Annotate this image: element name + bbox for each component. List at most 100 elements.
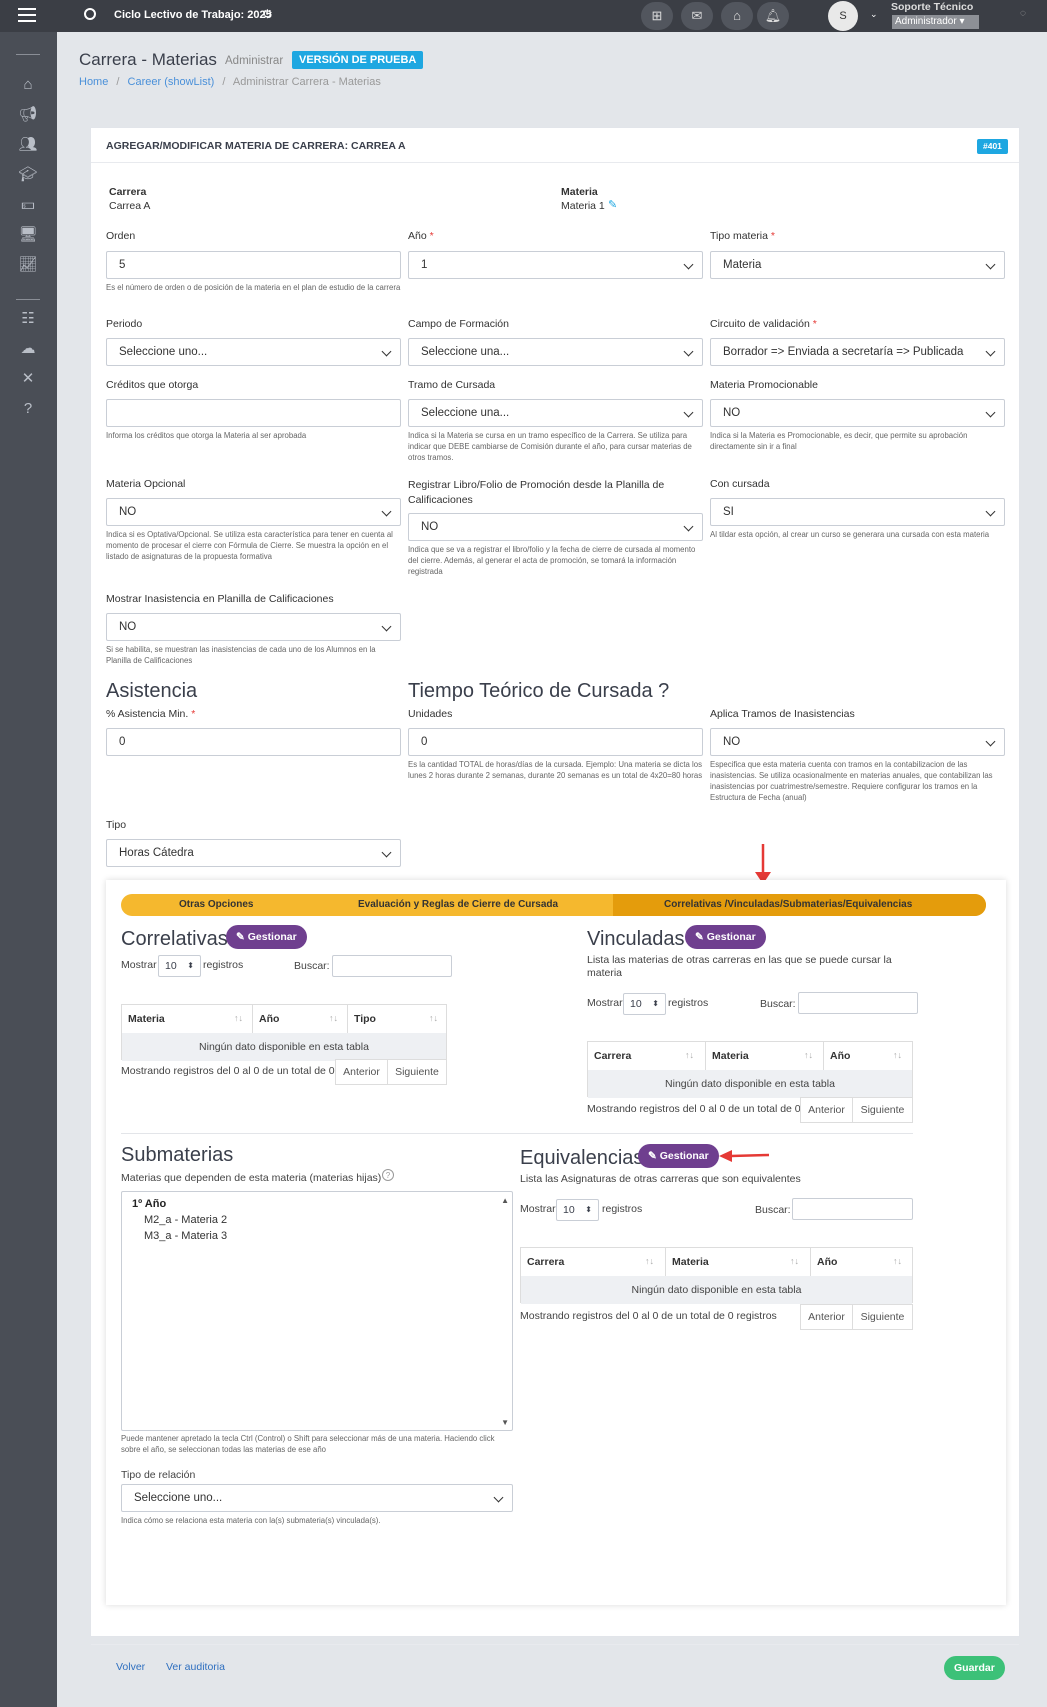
vinculadas-page-length[interactable]: 10 ⬍ (623, 993, 666, 1015)
top-bar: Ciclo Lectivo de Trabajo: 2025 ⚙ ⊞ ✉ ⌂ 🔔… (0, 0, 1047, 32)
menu-icon[interactable] (18, 8, 36, 22)
gear-icon[interactable]: ⚙ (262, 7, 273, 21)
mail-icon[interactable]: ✉ (681, 2, 713, 30)
circuito-label: Circuito de validación * (710, 318, 817, 330)
sort-icon: ↑↓ (429, 1013, 438, 1023)
page-subtitle: Administrar (225, 55, 284, 67)
id-badge: #401 (977, 139, 1008, 154)
tools-icon[interactable]: ✕ (17, 370, 39, 388)
tipo-horas-select[interactable]: Horas Cátedra (106, 839, 401, 867)
breadcrumb: Home / Career (showList) / Administrar C… (79, 76, 381, 88)
tab-evaluacion[interactable]: Evaluación y Reglas de Cierre de Cursada (358, 899, 558, 910)
vinculadas-next-button[interactable]: Siguiente (852, 1097, 913, 1123)
vinculadas-heading: Vinculadas (587, 928, 685, 950)
chart-icon[interactable]: 📈︎ (17, 256, 39, 274)
tab-otras-opciones[interactable]: Otras Opciones (179, 899, 253, 910)
equivalencias-next-button[interactable]: Siguiente (852, 1304, 913, 1330)
periodo-select[interactable]: Seleccione uno... (106, 338, 401, 366)
volver-link[interactable]: Volver (116, 1661, 145, 1673)
inasist-select[interactable]: NO (106, 613, 401, 641)
correlativas-show-label: Mostrar (121, 959, 157, 971)
search-icon[interactable] (84, 8, 96, 20)
correlativas-page-length[interactable]: 10 ⬍ (158, 955, 201, 977)
guardar-button[interactable]: Guardar (944, 1656, 1005, 1680)
cloud-upload-icon[interactable]: ☁ (17, 340, 39, 358)
role-select[interactable]: Administrador ▾ (892, 15, 979, 29)
auditoria-link[interactable]: Ver auditoria (166, 1661, 225, 1673)
breadcrumb-career[interactable]: Career (showList) (128, 76, 215, 88)
anio-label: Año * (408, 230, 434, 242)
vinculadas-search-input[interactable] (798, 992, 918, 1014)
scroll-down-icon[interactable]: ▼ (501, 1418, 509, 1427)
sort-icon: ↑↓ (234, 1013, 243, 1023)
unidades-help: Es la cantidad TOTAL de horas/días de la… (408, 760, 703, 780)
creditos-label: Créditos que otorga (106, 379, 199, 391)
megaphone-icon[interactable]: 📢︎ (17, 106, 39, 124)
home-icon[interactable]: ⌂ (17, 76, 39, 94)
promo-select[interactable]: NO (710, 399, 1005, 427)
vinculadas-prev-button[interactable]: Anterior (800, 1097, 853, 1123)
orden-input[interactable]: 5 (106, 251, 401, 279)
equivalencias-desc: Lista las Asignaturas de otras carreras … (520, 1173, 801, 1185)
help-icon[interactable]: ? (17, 400, 39, 418)
asistencia-input[interactable]: 0 (106, 728, 401, 756)
opcional-select[interactable]: NO (106, 498, 401, 526)
tab-correlativas[interactable]: Correlativas /Vinculadas/Submaterias/Equ… (613, 894, 986, 916)
tab-bar: Otras Opciones Evaluación y Reglas de Ci… (121, 894, 986, 916)
equivalencias-show-label: Mostrar (520, 1203, 556, 1215)
home-icon[interactable]: ⌂ (721, 2, 753, 30)
tipo-materia-select[interactable]: Materia (710, 251, 1005, 279)
bell-icon[interactable]: 🔔︎ (757, 2, 789, 30)
users-icon[interactable]: 👥︎ (17, 136, 39, 154)
graduation-icon[interactable]: 🎓︎ (17, 166, 39, 184)
libro-select[interactable]: NO (408, 513, 703, 541)
tipo-materia-label: Tipo materia * (710, 230, 775, 242)
money-icon[interactable]: 💵︎ (17, 196, 39, 214)
unidades-input[interactable]: 0 (408, 728, 703, 756)
sort-icon: ↑↓ (893, 1256, 902, 1266)
equivalencias-prev-button[interactable]: Anterior (800, 1304, 853, 1330)
equivalencias-heading: Equivalencias (520, 1147, 644, 1169)
tramos-inas-select[interactable]: NO (710, 728, 1005, 756)
chevron-down-icon[interactable]: ⌄ (870, 9, 878, 20)
equivalencias-gestionar-button[interactable]: ✎ Gestionar (638, 1144, 719, 1168)
vinculadas-gestionar-button[interactable]: ✎ Gestionar (685, 925, 766, 949)
equivalencias-search-input[interactable] (792, 1198, 913, 1220)
listbox-item[interactable]: M2_a - Materia 2 (144, 1214, 227, 1226)
relacion-help: Indica cómo se relaciona esta materia co… (121, 1516, 381, 1525)
cursada-select[interactable]: SI (710, 498, 1005, 526)
avatar[interactable]: S (828, 1, 858, 31)
libro-help: Indica que se va a registrar el libro/fo… (408, 545, 696, 576)
carrera-label: Carrera (109, 186, 147, 198)
equivalencias-page-length[interactable]: 10 ⬍ (556, 1199, 599, 1221)
tramo-select[interactable]: Seleccione una... (408, 399, 703, 427)
relacion-label: Tipo de relación (121, 1469, 196, 1481)
correlativas-next-button[interactable]: Siguiente (387, 1059, 447, 1085)
cycle-label[interactable]: Ciclo Lectivo de Trabajo: 2025 (114, 9, 272, 21)
correlativas-prev-button[interactable]: Anterior (335, 1059, 388, 1085)
relacion-select[interactable]: Seleccione uno... (121, 1484, 513, 1512)
vinculadas-show-label: Mostrar (587, 997, 623, 1009)
empty-row: Ningún dato disponible en esta tabla (122, 1033, 446, 1061)
circuito-select[interactable]: Borrador => Enviada a secretaría => Publ… (710, 338, 1005, 366)
listbox-group[interactable]: 1º Año (132, 1198, 166, 1210)
anio-select[interactable]: 1 (408, 251, 703, 279)
correlativas-search-input[interactable] (332, 955, 452, 977)
monitor-icon[interactable]: 🖥︎ (17, 226, 39, 244)
edit-icon[interactable]: ✎ (608, 198, 617, 211)
submaterias-listbox[interactable]: 1º Año M2_a - Materia 2 M3_a - Materia 3… (121, 1191, 513, 1431)
scroll-up-icon[interactable]: ▲ (501, 1196, 509, 1205)
vinculadas-table: Carrera Materia Año ↑↓ ↑↓ ↑↓ Ningún dato… (587, 1041, 913, 1098)
page-header: Carrera - Materias Administrar VERSIÓN D… (57, 40, 1047, 102)
sliders-icon[interactable]: ☷ (17, 310, 39, 328)
listbox-item[interactable]: M3_a - Materia 3 (144, 1230, 227, 1242)
breadcrumb-home[interactable]: Home (79, 76, 108, 88)
apps-icon[interactable]: ⊞ (641, 2, 673, 30)
submaterias-desc: Materias que dependen de esta materia (m… (121, 1172, 382, 1184)
notification-icon[interactable]: ◌ (1020, 8, 1026, 19)
campo-select[interactable]: Seleccione una... (408, 338, 703, 366)
orden-label: Orden (106, 230, 136, 242)
correlativas-gestionar-button[interactable]: ✎ Gestionar (226, 925, 307, 949)
sidebar: ⌂ 📢︎ 👥︎ 🎓︎ 💵︎ 🖥︎ 📈︎ ☷ ☁ ✕ ? (0, 32, 57, 1707)
creditos-input[interactable] (106, 399, 401, 427)
